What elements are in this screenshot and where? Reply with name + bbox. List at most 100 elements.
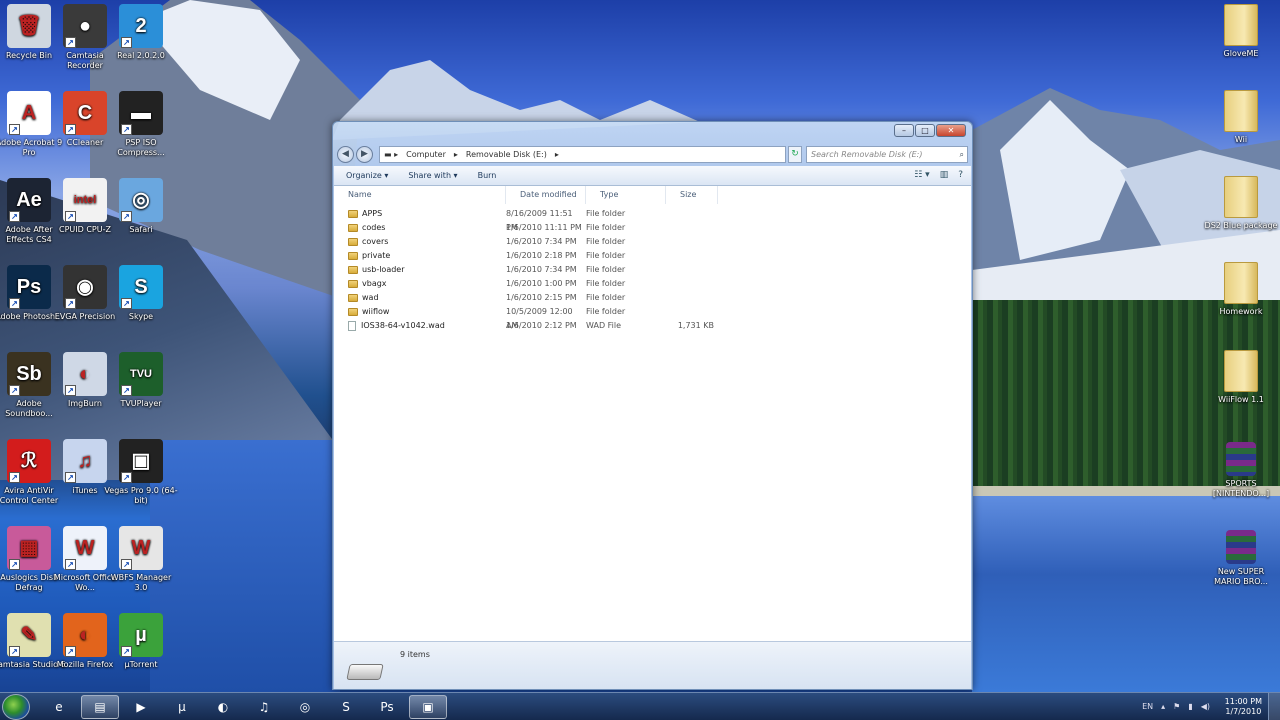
file-type: File folder	[586, 209, 626, 218]
column-date-modified[interactable]: Date modified	[506, 186, 586, 204]
file-type: File folder	[586, 237, 626, 246]
column-name[interactable]: Name	[334, 186, 506, 204]
evga-icon: ◉ ↗	[63, 265, 107, 309]
file-row[interactable]: usb-loader 1/6/2010 7:34 PM File folder	[334, 263, 714, 277]
start-button[interactable]	[2, 694, 30, 720]
desktop-folder[interactable]: WiiFlow 1.1	[1204, 350, 1278, 405]
close-button[interactable]: ✕	[936, 124, 966, 137]
taskbar-explorer-icon[interactable]: ▤	[81, 695, 119, 719]
file-icon	[348, 321, 356, 331]
shortcut-arrow-icon: ↗	[121, 385, 132, 396]
preview-pane-icon[interactable]: ▥	[940, 170, 949, 180]
shortcut-arrow-icon: ↗	[9, 298, 20, 309]
folder-icon	[348, 266, 358, 274]
file-row[interactable]: covers 1/6/2010 7:34 PM File folder	[334, 235, 714, 249]
desktop-folder[interactable]: DS2 Blue package	[1204, 176, 1278, 231]
view-options-icon[interactable]: ☷ ▾	[914, 170, 929, 180]
file-row[interactable]: IOS38-64-v1042.wad 1/6/2010 2:12 PM WAD Fi…	[334, 319, 714, 333]
file-type: WAD File	[586, 321, 622, 330]
help-icon[interactable]: ?	[958, 170, 963, 180]
utorrent-icon: µ ↗	[119, 613, 163, 657]
file-date: 1/6/2010 2:15 PM	[506, 293, 577, 302]
file-size	[666, 277, 714, 291]
maximize-button[interactable]: □	[915, 124, 935, 137]
file-size: 1,731 KB	[677, 321, 714, 330]
burn-button[interactable]: Burn	[478, 171, 497, 180]
network-icon[interactable]: ▮	[1188, 702, 1192, 711]
volume-icon[interactable]: ◀)	[1201, 702, 1210, 711]
vegas-icon: ▣ ↗	[119, 439, 163, 483]
file-row[interactable]: APPS 8/16/2009 11:51 PM File folder	[334, 207, 714, 232]
breadcrumb-separator: ▸	[554, 149, 559, 159]
taskbar-explorer-window-icon[interactable]: ▣	[409, 695, 447, 719]
archive-file[interactable]: SPORTS [NINTENDO...]	[1204, 442, 1278, 499]
desktop-icon[interactable]: 2 ↗ Real 2.0.2.0	[104, 4, 178, 61]
taskbar-safari-icon[interactable]: ◎	[286, 695, 324, 719]
archive-file[interactable]: New SUPER MARIO BRO...	[1204, 530, 1278, 587]
file-size	[666, 291, 714, 305]
breadcrumb-drive[interactable]: Removable Disk (E:)	[466, 150, 547, 159]
tray-arrow-icon[interactable]: ▴	[1161, 702, 1165, 711]
shortcut-arrow-icon: ↗	[121, 559, 132, 570]
file-row[interactable]: private 1/6/2010 2:18 PM File folder	[334, 249, 714, 263]
address-bar[interactable]: ▬ ▸ Computer ▸ Removable Disk (E:) ▸	[379, 145, 786, 163]
file-type: File folder	[586, 293, 626, 302]
file-type: File folder	[586, 265, 626, 274]
file-row[interactable]: vbagx 1/6/2010 1:00 PM File folder	[334, 277, 714, 291]
file-row[interactable]: wiiflow 10/5/2009 12:00 AM File folder	[334, 305, 714, 330]
clock[interactable]: 11:00 PM 1/7/2010	[1225, 697, 1262, 717]
shortcut-arrow-icon: ↗	[9, 385, 20, 396]
desktop-icon-label: Skype	[128, 312, 154, 321]
desktop-folder[interactable]: GloveME	[1204, 4, 1278, 59]
folder-icon	[1224, 350, 1258, 392]
taskbar-skype-icon[interactable]: S	[327, 695, 365, 719]
desktop-folder[interactable]: Wii	[1204, 90, 1278, 145]
refresh-button[interactable]: ↻	[788, 145, 802, 163]
taskbar-ie-icon[interactable]: e	[40, 695, 78, 719]
avira-icon: ℛ ↗	[7, 439, 51, 483]
column-size[interactable]: Size	[666, 186, 718, 204]
organize-button[interactable]: Organize ▾	[346, 171, 388, 180]
taskbar-firefox-icon[interactable]: ◐	[204, 695, 242, 719]
camtasia-studio-icon: ✎ ↗	[7, 613, 51, 657]
search-icon: ⌕	[959, 149, 964, 159]
desktop-icon-label: SPORTS [NINTENDO...]	[1212, 479, 1270, 498]
shortcut-arrow-icon: ↗	[65, 211, 76, 222]
show-desktop-button[interactable]	[1268, 693, 1280, 720]
share-with-button[interactable]: Share with ▾	[408, 171, 457, 180]
desktop-icon[interactable]: TVU ↗ TVUPlayer	[104, 352, 178, 409]
forward-button[interactable]: ▶	[356, 145, 373, 163]
desktop-icon[interactable]: ◎ ↗ Safari	[104, 178, 178, 235]
explorer-window[interactable]: – □ ✕ ◀ ▶ ▬ ▸ Computer ▸ Removable Disk …	[332, 121, 973, 690]
file-name: wiiflow	[362, 307, 390, 316]
breadcrumb-computer[interactable]: Computer	[406, 150, 446, 159]
search-input[interactable]: Search Removable Disk (E:) ⌕	[806, 145, 968, 163]
flag-icon[interactable]: ⚑	[1173, 702, 1180, 711]
file-date: 10/5/2009 12:00 AM	[506, 307, 573, 330]
tvu-icon: TVU ↗	[119, 352, 163, 396]
file-name: APPS	[362, 209, 383, 218]
file-row[interactable]: codes 1/6/2010 11:11 PM File folder	[334, 221, 714, 235]
rar-icon	[1226, 442, 1256, 476]
desktop-icon[interactable]: µ ↗ µTorrent	[104, 613, 178, 670]
file-row[interactable]: wad 1/6/2010 2:15 PM File folder	[334, 291, 714, 305]
file-name: IOS38-64-v1042.wad	[361, 321, 445, 330]
app-icon: 2 ↗	[119, 4, 163, 48]
shortcut-arrow-icon: ↗	[121, 472, 132, 483]
desktop-icon-label: Safari	[129, 225, 153, 234]
desktop-icon[interactable]: W ↗ WBFS Manager 3.0	[104, 526, 178, 593]
language-indicator[interactable]: EN	[1142, 702, 1153, 711]
taskbar-photoshop-icon[interactable]: Ps	[368, 695, 406, 719]
desktop-icon[interactable]: ▣ ↗ Vegas Pro 9.0 (64-bit)	[104, 439, 178, 506]
desktop-folder[interactable]: Homework	[1204, 262, 1278, 317]
taskbar-itunes-icon[interactable]: ♫	[245, 695, 283, 719]
desktop-icon[interactable]: ▬ ↗ PSP ISO Compress...	[104, 91, 178, 158]
taskbar-utorrent-icon[interactable]: µ	[163, 695, 201, 719]
desktop-icon-label: Wii	[1234, 135, 1248, 144]
taskbar-media-player-icon[interactable]: ▶	[122, 695, 160, 719]
desktop-icon-label: WBFS Manager 3.0	[110, 573, 172, 592]
minimize-button[interactable]: –	[894, 124, 914, 137]
column-type[interactable]: Type	[586, 186, 666, 204]
back-button[interactable]: ◀	[337, 145, 354, 163]
desktop-icon[interactable]: S ↗ Skype	[104, 265, 178, 322]
